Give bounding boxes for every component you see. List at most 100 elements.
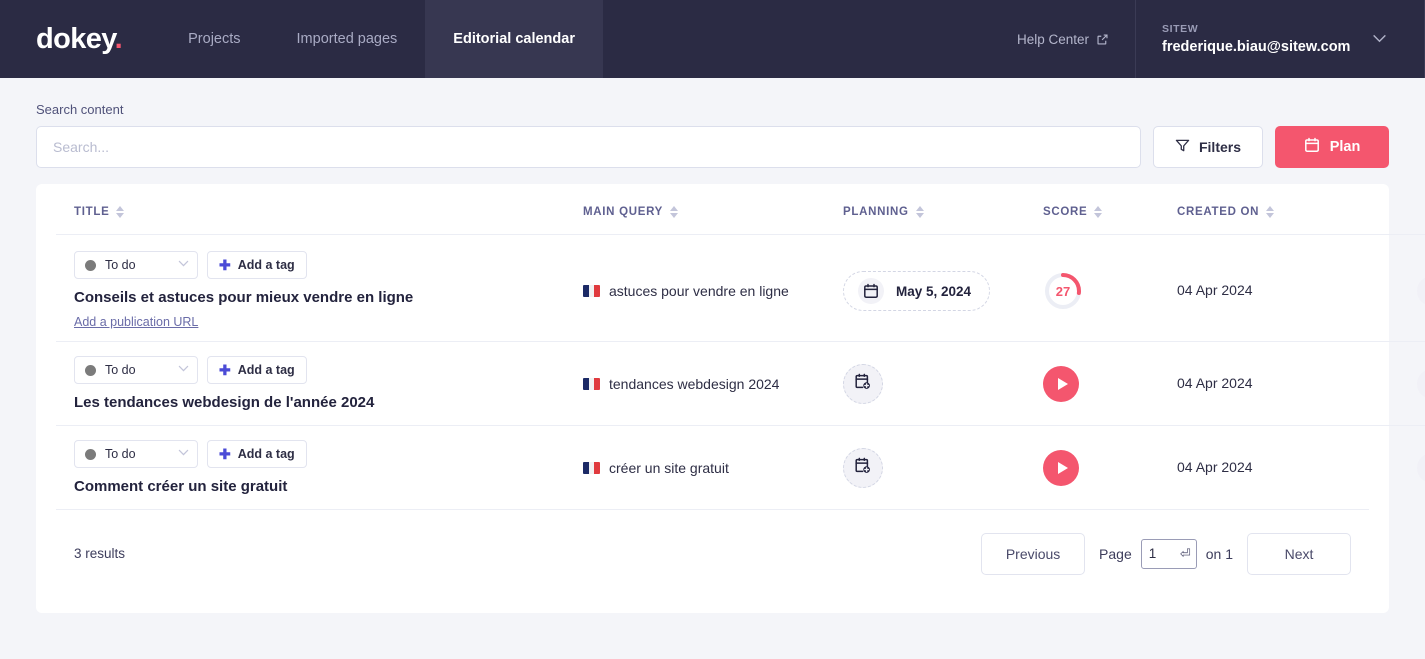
filters-button-label: Filters [1198, 139, 1241, 155]
calendar-plus-icon [854, 373, 872, 394]
row-created-date: 04 Apr 2024 [1177, 282, 1253, 298]
kebab-menu-icon[interactable] [1417, 368, 1425, 399]
search-input[interactable] [36, 126, 1141, 168]
add-tag-button[interactable]: ✚ Add a tag [207, 251, 307, 279]
account-org: SITEW [1162, 23, 1199, 35]
flag-fr-icon [583, 377, 600, 390]
row-title[interactable]: Les tendances webdesign de l'année 2024 [74, 394, 583, 411]
calendar-plus-icon [854, 457, 872, 478]
row-planning-cell [843, 341, 1043, 426]
row-created-cell: 04 Apr 2024 [1177, 341, 1347, 426]
row-title-cell: To do ✚ Add a tag Conseils et astuces po… [56, 234, 583, 342]
planning-date-button[interactable]: May 5, 2024 [843, 271, 991, 311]
status-select-label: To do [105, 447, 136, 461]
row-created-cell: 04 Apr 2024 [1177, 425, 1347, 509]
column-header-created-on[interactable]: CREATED ON [1177, 184, 1347, 235]
score-play-button[interactable] [1043, 365, 1079, 402]
row-created-cell: 04 Apr 2024 [1177, 234, 1347, 342]
search-row: Filters Plan [36, 126, 1389, 168]
column-header-main-query[interactable]: MAIN QUERY [583, 184, 843, 235]
kebab-menu-icon[interactable] [1417, 276, 1425, 306]
row-title[interactable]: Conseils et astuces pour mieux vendre en… [74, 289, 583, 306]
score-ring[interactable]: 27 [1043, 271, 1083, 311]
column-header-title[interactable]: TITLE [56, 184, 583, 235]
row-created-date: 04 Apr 2024 [1177, 458, 1253, 475]
row-title[interactable]: Comment créer un site gratuit [74, 478, 583, 495]
page-selector: Page ⏎ on 1 [1099, 538, 1233, 569]
row-query-cell: astuces pour vendre en ligne [583, 234, 843, 342]
next-page-button[interactable]: Next [1247, 532, 1351, 575]
sort-icon [116, 206, 125, 218]
status-select-label: To do [105, 363, 136, 377]
filters-button[interactable]: Filters [1153, 126, 1263, 168]
plus-icon: ✚ [219, 446, 231, 462]
column-header-planning[interactable]: PLANNING [843, 184, 1043, 235]
nav-item-editorial-calendar[interactable]: Editorial calendar [425, 0, 603, 78]
page-input[interactable] [1148, 546, 1173, 561]
calendar-icon [858, 278, 884, 304]
page-total-label: on 1 [1205, 545, 1233, 562]
row-query-cell: tendances webdesign 2024 [583, 341, 843, 426]
previous-page-button[interactable]: Previous [981, 532, 1086, 575]
column-header-planning-label: PLANNING [843, 206, 909, 218]
row-score-cell: 27 [1043, 234, 1177, 342]
chevron-down-icon [178, 260, 189, 270]
add-publication-url-link[interactable]: Add a publication URL [74, 315, 198, 329]
flag-fr-icon [583, 461, 600, 474]
search-label: Search content [36, 102, 124, 117]
nav-item-imported-pages[interactable]: Imported pages [269, 0, 426, 78]
status-dot-icon [85, 259, 96, 271]
column-header-score-label: SCORE [1043, 206, 1088, 218]
pagination: Previous Page ⏎ on 1 Next [981, 532, 1351, 575]
filter-icon [1175, 138, 1190, 156]
chevron-down-icon [178, 449, 189, 459]
add-tag-button[interactable]: ✚ Add a tag [207, 356, 307, 384]
logo[interactable]: dokey. [0, 0, 160, 78]
play-icon [1057, 377, 1068, 390]
row-query-text: tendances webdesign 2024 [609, 375, 780, 392]
table-row: To do ✚ Add a tag Les tendances webdesig… [56, 341, 1425, 426]
page-body: Search content Filters Plan [0, 78, 1425, 613]
column-header-main-query-label: MAIN QUERY [583, 206, 664, 218]
status-dot-icon [85, 448, 96, 460]
row-meta: To do ✚ Add a tag [74, 251, 583, 279]
status-select[interactable]: To do [74, 440, 198, 468]
planning-add-button[interactable] [843, 363, 883, 404]
plus-icon: ✚ [219, 257, 231, 273]
table-row: To do ✚ Add a tag Conseils et astuces po… [56, 234, 1425, 342]
nav-item-projects-label: Projects [188, 31, 241, 47]
account-menu[interactable]: SITEW frederique.biau@sitew.com [1135, 0, 1425, 78]
planning-add-button[interactable] [843, 447, 883, 488]
plan-button[interactable]: Plan [1275, 126, 1389, 168]
column-header-actions [1347, 184, 1425, 235]
add-tag-button[interactable]: ✚ Add a tag [207, 440, 307, 468]
status-select[interactable]: To do [74, 356, 198, 384]
flag-fr-icon [583, 285, 600, 297]
row-created-date: 04 Apr 2024 [1177, 374, 1253, 391]
row-query-text: astuces pour vendre en ligne [609, 283, 789, 299]
external-link-icon [1096, 33, 1109, 46]
account-text: SITEW frederique.biau@sitew.com [1162, 23, 1350, 55]
column-header-score[interactable]: SCORE [1043, 184, 1177, 235]
kebab-menu-icon[interactable] [1417, 452, 1425, 483]
logo-text: dokey [36, 22, 115, 55]
row-planning-cell [843, 425, 1043, 509]
row-query-text: créer un site gratuit [609, 459, 729, 476]
sort-icon [915, 206, 924, 218]
score-value: 27 [1055, 283, 1071, 299]
content-table: TITLE MAIN QUERY PLANNING SCORE CREATED … [56, 184, 1425, 509]
sort-icon [1266, 206, 1275, 218]
nav-item-projects[interactable]: Projects [160, 0, 268, 78]
row-meta: To do ✚ Add a tag [74, 440, 583, 468]
status-select[interactable]: To do [74, 251, 198, 279]
content-card: TITLE MAIN QUERY PLANNING SCORE CREATED … [36, 184, 1425, 613]
row-score-cell [1043, 341, 1177, 426]
table-header: TITLE MAIN QUERY PLANNING SCORE CREATED … [56, 184, 1425, 235]
score-play-button[interactable] [1043, 449, 1079, 486]
row-actions-cell [1347, 234, 1425, 342]
add-tag-label: Add a tag [237, 447, 295, 461]
help-center-link[interactable]: Help Center [991, 0, 1135, 78]
nav-links: Projects Imported pages Editorial calend… [160, 0, 603, 78]
page-input-wrap[interactable]: ⏎ [1140, 538, 1197, 569]
